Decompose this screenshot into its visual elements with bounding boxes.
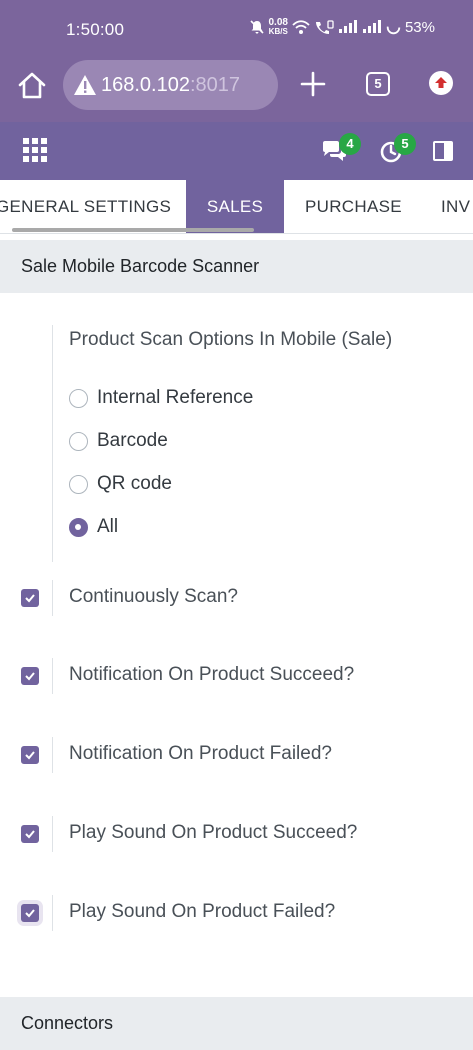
network-speed-unit: KB/S: [268, 27, 288, 36]
update-button[interactable]: [429, 71, 453, 95]
tab-general-settings[interactable]: GENERAL SETTINGS: [0, 180, 171, 233]
tab-switcher-button[interactable]: 5: [366, 72, 390, 96]
status-time: 1:50:00: [66, 20, 125, 39]
radio-label: All: [97, 516, 119, 537]
setting-label: Notification On Product Failed?: [69, 743, 332, 764]
tab-inventory[interactable]: INV: [441, 180, 470, 233]
radio-button[interactable]: [69, 388, 88, 408]
settings-tabs: GENERAL SETTINGS SALES PURCHASE INV: [0, 180, 473, 234]
battery-icon: [386, 20, 401, 34]
section-header-sale-mobile-barcode-scanner: Sale Mobile Barcode Scanner: [0, 240, 473, 293]
radio-button-selected[interactable]: [69, 517, 88, 537]
setting-label: Play Sound On Product Failed?: [69, 901, 336, 922]
messages-count-badge: 4: [339, 133, 361, 155]
checkbox-notification-succeed[interactable]: [21, 667, 39, 685]
scan-options-title: Product Scan Options In Mobile (Sale): [69, 329, 393, 350]
tab-purchase[interactable]: PURCHASE: [305, 180, 402, 233]
apps-menu-icon[interactable]: [23, 138, 47, 162]
url-port: :8017: [189, 73, 241, 96]
checkbox-notification-failed[interactable]: [21, 746, 39, 764]
scan-options-divider: [52, 325, 53, 562]
side-panel-icon[interactable]: [433, 141, 453, 161]
setting-notification-on-product-failed: Notification On Product Failed?: [0, 735, 473, 775]
radio-label: Internal Reference: [97, 387, 254, 408]
browser-toolbar: 168.0.102:8017 5: [0, 60, 473, 122]
radio-option-barcode[interactable]: Barcode: [69, 428, 168, 454]
setting-label: Continuously Scan?: [69, 586, 238, 607]
tab-sales[interactable]: SALES: [186, 180, 284, 233]
status-bar: 1:50:00 0.08 KB/S 53%: [0, 0, 473, 60]
radio-option-internal-reference[interactable]: Internal Reference: [69, 385, 253, 411]
checkmark-icon: [25, 672, 35, 681]
radio-button[interactable]: [69, 474, 88, 494]
checkmark-icon: [25, 594, 35, 603]
setting-divider: [52, 737, 53, 773]
signal-sim2-icon: [362, 20, 381, 33]
checkmark-icon: [25, 830, 35, 839]
signal-sim1-icon: [338, 20, 357, 33]
address-bar[interactable]: 168.0.102:8017: [63, 60, 278, 110]
tabs-scrollbar[interactable]: [12, 228, 254, 232]
radio-button[interactable]: [69, 431, 88, 451]
setting-divider: [52, 658, 53, 694]
checkbox-sound-failed[interactable]: [21, 904, 39, 922]
activities-count-badge: 5: [394, 133, 416, 155]
setting-play-sound-on-product-succeed: Play Sound On Product Succeed?: [0, 814, 473, 854]
radio-option-all[interactable]: All: [69, 514, 118, 540]
setting-divider: [52, 816, 53, 852]
setting-notification-on-product-succeed: Notification On Product Succeed?: [0, 656, 473, 696]
setting-label: Play Sound On Product Succeed?: [69, 822, 358, 843]
warning-icon[interactable]: [73, 74, 97, 96]
battery-percent: 53%: [404, 18, 435, 36]
checkmark-icon: [25, 909, 35, 918]
new-tab-icon[interactable]: [298, 69, 328, 99]
setting-divider: [52, 895, 53, 931]
checkbox-sound-succeed[interactable]: [21, 825, 39, 843]
setting-continuously-scan: Continuously Scan?: [0, 578, 473, 618]
app-navbar: 4 5: [0, 122, 473, 180]
update-arrow-icon: [435, 77, 447, 88]
setting-divider: [52, 580, 53, 616]
status-icons: 0.08 KB/S 53%: [249, 18, 435, 36]
network-speed: 0.08 KB/S: [269, 18, 288, 36]
volte-call-icon: [315, 19, 334, 34]
home-icon[interactable]: [16, 70, 48, 102]
radio-label: Barcode: [97, 430, 168, 451]
wifi-icon: [292, 19, 310, 34]
mute-bell-icon: [249, 20, 264, 34]
setting-play-sound-on-product-failed: Play Sound On Product Failed?: [0, 893, 473, 933]
checkmark-icon: [25, 751, 35, 760]
radio-label: QR code: [97, 473, 172, 494]
checkbox-continuously-scan[interactable]: [21, 589, 39, 607]
url-host: 168.0.102: [101, 73, 190, 96]
section-header-connectors: Connectors: [0, 997, 473, 1050]
setting-label: Notification On Product Succeed?: [69, 664, 355, 685]
radio-option-qr-code[interactable]: QR code: [69, 471, 172, 497]
